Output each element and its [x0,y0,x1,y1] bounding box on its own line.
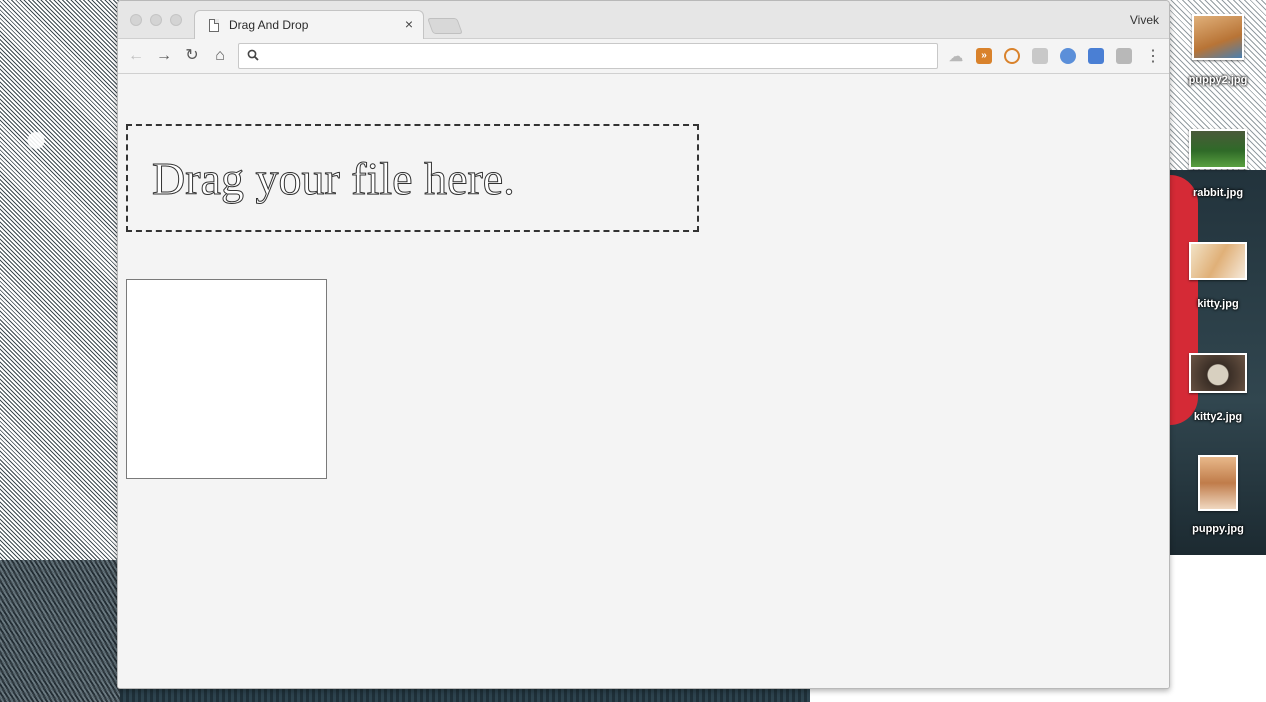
cloud-extension-icon[interactable]: ☁ [948,48,964,64]
new-tab-button[interactable] [427,18,463,34]
profile-name[interactable]: Vivek [1130,13,1159,27]
image-thumbnail-icon [1192,14,1244,60]
desktop-file-label: rabbit.jpg [1192,187,1244,199]
page-viewport: Drag your file here. [118,75,1169,688]
desktop-file-puppy2[interactable]: puppy2.jpg [1170,14,1266,86]
screenshot-extension-icon[interactable] [1116,48,1132,64]
desktop-file-label: puppy.jpg [1192,523,1244,535]
image-thumbnail-icon [1198,455,1238,511]
fast-forward-extension-icon[interactable]: » [976,48,992,64]
image-thumbnail-icon [1189,353,1247,393]
address-input[interactable] [267,47,927,65]
bookmark-extension-icon[interactable] [1088,48,1104,64]
desktop-file-label: puppy2.jpg [1188,74,1248,86]
reload-icon[interactable]: ↻ [182,46,202,66]
blue-circle-extension-icon[interactable] [1060,48,1076,64]
browser-titlebar: Drag And Drop × Vivek [118,1,1169,40]
desktop-file-label: kitty2.jpg [1193,411,1243,423]
grey-extension-icon[interactable] [1032,48,1048,64]
desktop-file-rabbit[interactable]: rabbit.jpg [1170,129,1266,199]
drop-zone-label: Drag your file here. [152,153,516,205]
file-drop-zone[interactable]: Drag your file here. [126,124,699,232]
back-arrow-icon[interactable]: ← [126,46,146,66]
desktop-file-kitty2[interactable]: kitty2.jpg [1170,353,1266,423]
tab-title: Drag And Drop [229,18,309,32]
desktop-file-puppy[interactable]: puppy.jpg [1170,455,1266,535]
image-preview-box [126,279,327,479]
page-icon [209,19,219,32]
tab-close-icon[interactable]: × [405,16,413,32]
browser-window: Drag And Drop × Vivek ← → ↻ ⌂ ☁ » ⋮ Drag… [117,0,1170,689]
search-icon [247,49,259,61]
orange-circle-extension-icon[interactable] [1004,48,1020,64]
image-thumbnail-icon [1189,242,1247,280]
home-icon[interactable]: ⌂ [210,46,230,66]
wallpaper-bottom-strip [120,688,810,702]
image-thumbnail-icon [1189,129,1247,169]
more-menu-icon[interactable]: ⋮ [1145,47,1161,67]
address-bar[interactable] [238,43,938,69]
tab-drag-and-drop[interactable]: Drag And Drop × [194,10,424,40]
wallpaper-left-dark [0,560,120,702]
desktop-file-kitty[interactable]: kitty.jpg [1170,242,1266,310]
browser-toolbar: ← → ↻ ⌂ ☁ » ⋮ [118,39,1169,74]
minimize-window-button[interactable] [150,14,162,26]
maximize-window-button[interactable] [170,14,182,26]
close-window-button[interactable] [130,14,142,26]
forward-arrow-icon[interactable]: → [154,46,174,66]
desktop-file-label: kitty.jpg [1197,298,1239,310]
